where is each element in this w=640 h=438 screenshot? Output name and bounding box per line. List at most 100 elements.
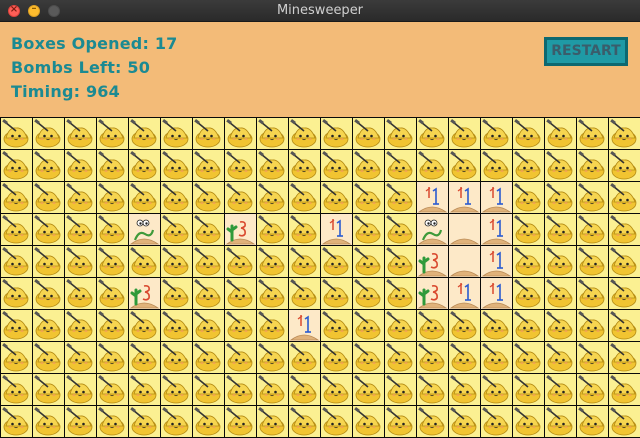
hidden-cell[interactable]: [353, 310, 384, 341]
hidden-cell[interactable]: [609, 342, 640, 373]
hidden-cell[interactable]: [289, 214, 320, 245]
hidden-cell[interactable]: [65, 246, 96, 277]
opened-cell[interactable]: [481, 182, 512, 213]
hidden-cell[interactable]: [385, 310, 416, 341]
hidden-cell[interactable]: [321, 310, 352, 341]
hidden-cell[interactable]: [513, 246, 544, 277]
hidden-cell[interactable]: [353, 278, 384, 309]
hidden-cell[interactable]: [193, 246, 224, 277]
hidden-cell[interactable]: [193, 214, 224, 245]
hidden-cell[interactable]: [33, 118, 64, 149]
hidden-cell[interactable]: [97, 214, 128, 245]
opened-cell[interactable]: [417, 182, 448, 213]
hidden-cell[interactable]: [257, 406, 288, 437]
hidden-cell[interactable]: [33, 150, 64, 181]
hidden-cell[interactable]: [161, 406, 192, 437]
hidden-cell[interactable]: [353, 118, 384, 149]
hidden-cell[interactable]: [193, 150, 224, 181]
hidden-cell[interactable]: [545, 246, 576, 277]
hidden-cell[interactable]: [129, 118, 160, 149]
opened-cell[interactable]: [289, 310, 320, 341]
hidden-cell[interactable]: [481, 150, 512, 181]
hidden-cell[interactable]: [417, 118, 448, 149]
hidden-cell[interactable]: [193, 406, 224, 437]
hidden-cell[interactable]: [97, 278, 128, 309]
hidden-cell[interactable]: [417, 406, 448, 437]
hidden-cell[interactable]: [129, 310, 160, 341]
hidden-cell[interactable]: [545, 406, 576, 437]
hidden-cell[interactable]: [385, 118, 416, 149]
hidden-cell[interactable]: [481, 342, 512, 373]
hidden-cell[interactable]: [97, 374, 128, 405]
hidden-cell[interactable]: [193, 310, 224, 341]
opened-cell[interactable]: [449, 214, 480, 245]
hidden-cell[interactable]: [513, 406, 544, 437]
hidden-cell[interactable]: [513, 310, 544, 341]
hidden-cell[interactable]: [353, 246, 384, 277]
hidden-cell[interactable]: [321, 374, 352, 405]
hidden-cell[interactable]: [65, 310, 96, 341]
hidden-cell[interactable]: [161, 278, 192, 309]
hidden-cell[interactable]: [257, 118, 288, 149]
hidden-cell[interactable]: [385, 374, 416, 405]
hidden-cell[interactable]: [97, 406, 128, 437]
hidden-cell[interactable]: [609, 374, 640, 405]
hidden-cell[interactable]: [1, 310, 32, 341]
hidden-cell[interactable]: [1, 182, 32, 213]
hidden-cell[interactable]: [65, 150, 96, 181]
hidden-cell[interactable]: [257, 150, 288, 181]
hidden-cell[interactable]: [33, 374, 64, 405]
hidden-cell[interactable]: [225, 406, 256, 437]
opened-cell[interactable]: [129, 214, 160, 245]
hidden-cell[interactable]: [193, 342, 224, 373]
hidden-cell[interactable]: [65, 182, 96, 213]
hidden-cell[interactable]: [97, 342, 128, 373]
hidden-cell[interactable]: [577, 374, 608, 405]
hidden-cell[interactable]: [609, 406, 640, 437]
opened-cell[interactable]: [481, 278, 512, 309]
opened-cell[interactable]: [225, 214, 256, 245]
hidden-cell[interactable]: [257, 214, 288, 245]
hidden-cell[interactable]: [385, 406, 416, 437]
hidden-cell[interactable]: [385, 246, 416, 277]
hidden-cell[interactable]: [129, 406, 160, 437]
hidden-cell[interactable]: [577, 342, 608, 373]
hidden-cell[interactable]: [257, 342, 288, 373]
hidden-cell[interactable]: [353, 150, 384, 181]
hidden-cell[interactable]: [129, 182, 160, 213]
hidden-cell[interactable]: [417, 374, 448, 405]
hidden-cell[interactable]: [161, 118, 192, 149]
hidden-cell[interactable]: [129, 374, 160, 405]
opened-cell[interactable]: [481, 214, 512, 245]
hidden-cell[interactable]: [481, 310, 512, 341]
hidden-cell[interactable]: [65, 278, 96, 309]
hidden-cell[interactable]: [321, 246, 352, 277]
hidden-cell[interactable]: [257, 182, 288, 213]
hidden-cell[interactable]: [321, 278, 352, 309]
hidden-cell[interactable]: [577, 118, 608, 149]
hidden-cell[interactable]: [353, 182, 384, 213]
hidden-cell[interactable]: [385, 278, 416, 309]
hidden-cell[interactable]: [289, 246, 320, 277]
hidden-cell[interactable]: [1, 374, 32, 405]
hidden-cell[interactable]: [513, 150, 544, 181]
hidden-cell[interactable]: [225, 374, 256, 405]
hidden-cell[interactable]: [321, 182, 352, 213]
hidden-cell[interactable]: [417, 342, 448, 373]
hidden-cell[interactable]: [545, 278, 576, 309]
hidden-cell[interactable]: [545, 214, 576, 245]
hidden-cell[interactable]: [97, 310, 128, 341]
hidden-cell[interactable]: [33, 246, 64, 277]
hidden-cell[interactable]: [129, 342, 160, 373]
hidden-cell[interactable]: [481, 118, 512, 149]
hidden-cell[interactable]: [1, 246, 32, 277]
hidden-cell[interactable]: [321, 342, 352, 373]
hidden-cell[interactable]: [161, 342, 192, 373]
hidden-cell[interactable]: [1, 118, 32, 149]
hidden-cell[interactable]: [129, 150, 160, 181]
hidden-cell[interactable]: [257, 374, 288, 405]
hidden-cell[interactable]: [513, 278, 544, 309]
hidden-cell[interactable]: [257, 246, 288, 277]
opened-cell[interactable]: [449, 246, 480, 277]
hidden-cell[interactable]: [385, 342, 416, 373]
